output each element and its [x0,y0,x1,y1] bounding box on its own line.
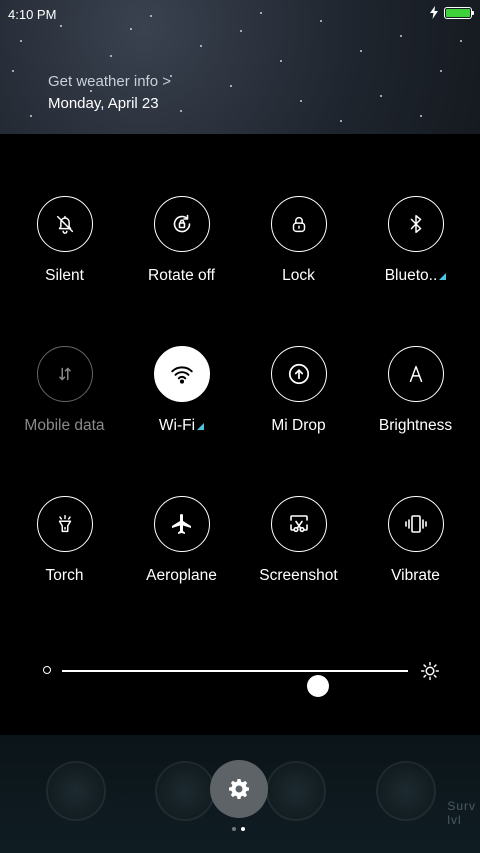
date-text: Monday, April 23 [48,95,159,112]
silent-tile[interactable]: Silent [6,196,123,285]
page-dot [232,827,236,831]
mi-drop-toggle[interactable] [270,346,327,402]
bluetooth-tile[interactable]: Blueto.. [357,196,474,285]
tile-label-mi-drop: Mi Drop [271,417,326,434]
mi-drop-icon [288,363,309,385]
vibrate-tile[interactable]: Vibrate [357,496,474,585]
aeroplane-toggle[interactable] [153,496,210,552]
tile-label-rotate: Rotate off [148,267,215,284]
phone-app-icon [46,761,106,821]
mobile-data-icon [58,367,71,381]
torch-tile[interactable]: Torch [6,496,123,585]
more-options-indicator[interactable] [197,423,205,430]
brightness-tile[interactable]: Brightness [357,346,474,435]
notification-header: 4:10 PM Get weather info > Monday, April… [0,0,480,134]
vibrate-icon [404,515,427,533]
clock-app-icon [155,761,215,821]
vibrate-toggle[interactable] [387,496,444,552]
tile-label-brightness: Brightness [378,417,453,434]
battery-icon [444,6,474,19]
mobile-data-toggle[interactable] [36,346,93,402]
gear-icon [229,779,249,799]
tile-label-wifi: Wi-Fi [123,417,240,435]
bluetooth-toggle[interactable] [387,196,444,252]
airplane-icon [171,514,191,534]
mi-drop-tile[interactable]: Mi Drop [240,346,357,435]
wifi-icon [170,366,193,384]
tile-label-bluetooth: Blueto.. [357,267,474,285]
lock-icon [292,216,305,233]
rotate-tile[interactable]: Rotate off [123,196,240,285]
silent-toggle[interactable] [36,196,93,252]
wifi-tile[interactable]: Wi-Fi [123,346,240,435]
rotate-toggle[interactable] [153,196,210,252]
brightness-toggle[interactable] [387,346,444,402]
screenshot-tile[interactable]: Screenshot [240,496,357,585]
lock-tile[interactable]: Lock [240,196,357,285]
page-indicator [232,827,245,831]
partial-widget-text: Surv lvl [447,799,476,827]
weather-link[interactable]: Get weather info > [48,73,171,90]
mobile-data-tile[interactable]: Mobile data [6,346,123,435]
tile-label-lock: Lock [282,267,315,284]
torch-toggle[interactable] [36,496,93,552]
tile-label-aeroplane: Aeroplane [146,567,217,584]
screenshot-icon [289,515,308,533]
more-options-indicator[interactable] [439,273,447,280]
tile-label-silent: Silent [45,267,84,284]
aeroplane-tile[interactable]: Aeroplane [123,496,240,585]
wifi-toggle[interactable] [153,346,210,402]
status-icons [430,6,474,19]
brightness-low-icon [43,666,51,674]
messages-app-icon [266,761,326,821]
camera-app-icon [376,761,436,821]
rotate-lock-icon [173,214,190,233]
tile-label-screenshot: Screenshot [259,567,338,584]
screenshot-toggle[interactable] [270,496,327,552]
tile-label-vibrate: Vibrate [391,567,440,584]
bolt-icon [430,6,438,19]
tile-label-torch: Torch [45,567,84,584]
tile-label-mobile-data: Mobile data [24,417,105,434]
page-dot-active [241,827,245,831]
brightness-high-icon [420,661,440,681]
lock-toggle[interactable] [270,196,327,252]
status-time: 4:10 PM [8,7,57,22]
brightness-slider[interactable] [40,655,440,697]
bell-off-icon [56,215,73,234]
bluetooth-icon [410,215,421,233]
torch-icon [58,515,71,533]
settings-button[interactable] [210,760,268,818]
brightness-thumb[interactable] [307,675,330,697]
brightness-auto-icon [409,365,422,383]
brightness-track[interactable] [62,670,408,697]
